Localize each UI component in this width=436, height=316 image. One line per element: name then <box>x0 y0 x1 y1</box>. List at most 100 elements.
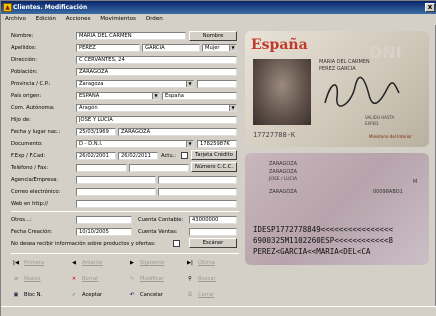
nuevo-button[interactable]: ⊕ Nuevo <box>11 273 41 286</box>
doc-num-field[interactable]: 17825987K <box>197 140 237 148</box>
new-icon: ⊕ <box>13 276 19 282</box>
otros-field[interactable] <box>76 216 132 224</box>
noinfo-label: No desea recibir información sobre produ… <box>11 241 156 247</box>
dni-country: España <box>251 37 308 53</box>
fcad-field[interactable]: 26/02/2011 <box>118 152 158 160</box>
fecha-nac-field[interactable]: 25/03/1969 <box>76 128 116 136</box>
apellido1-field[interactable]: PEREZ <box>76 44 140 52</box>
correo-label: Correo electrónico: <box>11 189 61 195</box>
client-window: ▲ Clientes. Modificación x Archivo Edici… <box>0 0 436 316</box>
fexp-field[interactable]: 26/02/2001 <box>76 152 116 160</box>
previous-icon: ◀ <box>72 260 76 266</box>
web-field[interactable] <box>76 200 237 208</box>
actu-checkbox[interactable] <box>181 152 188 159</box>
doc-tipo-value: D - D.N.I. <box>79 141 103 147</box>
check-icon: ✓ <box>71 292 77 298</box>
dni-photo <box>253 59 311 125</box>
dni-mrz-1: IDESP1772778849<<<<<<<<<<<<<<<< <box>253 225 393 234</box>
nombre-label: Nombre: <box>11 33 34 39</box>
telefono-field[interactable] <box>76 164 127 172</box>
agencia-field[interactable] <box>76 176 156 184</box>
fax-field[interactable] <box>129 164 189 172</box>
dni-mrz-2: 6900325M1102260ESP<<<<<<<<<<<<8 <box>253 236 393 245</box>
noinfo-checkbox[interactable] <box>173 240 180 247</box>
hijo-field[interactable]: JOSE Y LUCIA <box>76 116 237 124</box>
comunidad-value: Aragón <box>79 105 98 111</box>
lugar-nac-field[interactable]: ZARAGOZA <box>118 128 237 136</box>
cancelar-button[interactable]: ↶ Cancelar <box>127 289 163 302</box>
menu-acciones[interactable]: Acciones <box>66 16 91 22</box>
primera-button[interactable]: |◀ Primera <box>11 257 44 270</box>
nombre-button[interactable]: Nombre <box>189 31 237 41</box>
cuenta-ventas-label: Cuenta Ventas: <box>138 229 178 235</box>
cuenta-contable-label: Cuenta Contable: <box>138 217 184 223</box>
close-button[interactable]: x <box>425 3 435 12</box>
empresa-field[interactable] <box>158 176 237 184</box>
window-title: Clientes. Modificación <box>13 4 88 11</box>
hijo-label: Hijo de: <box>11 117 31 123</box>
cp-field[interactable] <box>197 80 237 88</box>
cuenta-contable-field[interactable]: 43000000 <box>189 216 237 224</box>
delete-icon: ✕ <box>71 276 77 282</box>
pais2-field[interactable]: España <box>162 92 237 100</box>
tarjeta-credito-button[interactable]: Tarjeta Crédito <box>191 150 237 160</box>
status-bar <box>1 306 436 316</box>
first-icon: |◀ <box>13 260 19 266</box>
nombre-field[interactable]: MARIA DEL CARMEN <box>76 32 186 40</box>
aceptar-button[interactable]: ✓ Aceptar <box>69 289 102 302</box>
menu-movimientos[interactable]: Movimientos <box>100 16 136 22</box>
door-icon: ⍈ <box>188 292 192 298</box>
dni-expedition: EXPED. <box>365 121 380 126</box>
sexo-select[interactable]: Mujer ▼ <box>202 44 237 52</box>
agencia-label: Agencia/Empresa: <box>11 177 59 183</box>
cuenta-ventas-field[interactable] <box>189 228 237 236</box>
dni-front-image: España DNI MARIA DEL CARMEN PEREZ GARCIA… <box>245 31 429 147</box>
chevron-down-icon: ▼ <box>229 105 236 111</box>
fecha-nac-label: Fecha y lugar nac.: <box>11 129 61 135</box>
modificar-button[interactable]: ✎ Modificar <box>127 273 164 286</box>
dni-name: MARIA DEL CARMEN <box>319 59 370 65</box>
dni-valid: VALIDO HASTA <box>365 115 395 120</box>
dni-back-image: ZARAGOZA ZARAGOZA JOSE / LUCIA M ZARAGOZ… <box>245 153 429 265</box>
undo-icon: ↶ <box>129 292 135 298</box>
separator <box>11 211 239 212</box>
dni-back-place3: ZARAGOZA <box>269 189 298 195</box>
doc-tipo-select[interactable]: D - D.N.I. ▼ <box>76 140 194 148</box>
menu-edicion[interactable]: Edición <box>36 16 56 22</box>
bloc-notas-button[interactable]: ▣ Bloc N. <box>11 289 43 302</box>
borrar-button[interactable]: ✕ Borrar <box>69 273 98 286</box>
dni-back-code: 00098ABD1 <box>373 189 403 195</box>
title-bar: ▲ Clientes. Modificación x <box>1 1 436 14</box>
direccion-field[interactable]: C CERVANTES, 24 <box>76 56 237 64</box>
correo-field[interactable] <box>76 188 156 196</box>
dni-ministry: Ministerio del Interior <box>369 134 412 139</box>
comunidad-select[interactable]: Aragón ▼ <box>76 104 237 112</box>
menu-archivo[interactable]: Archivo <box>5 16 26 22</box>
ccc-button[interactable]: Número C.C.C. <box>191 162 237 172</box>
cerrar-button[interactable]: ⍈ Cerrar <box>185 289 214 302</box>
apellidos-label: Apellidos: <box>11 45 37 51</box>
dni-back-sex: M <box>413 179 418 185</box>
telefono-label: Teléfono / Fax: <box>11 165 49 171</box>
chevron-down-icon: ▼ <box>152 93 159 99</box>
correo2-field[interactable] <box>158 188 237 196</box>
apellido2-field[interactable]: GARCIA <box>142 44 200 52</box>
escaner-button[interactable]: Escáner <box>189 238 237 248</box>
menu-orden[interactable]: Orden <box>146 16 163 22</box>
buscar-button[interactable]: ⚲ Buscar <box>185 273 216 286</box>
ultima-button[interactable]: ▶| Última <box>185 257 215 270</box>
pais-select[interactable]: ESPAÑA ▼ <box>76 92 160 100</box>
anterior-button[interactable]: ◀ Anterior <box>69 257 103 270</box>
edit-icon: ✎ <box>129 276 135 282</box>
siguiente-button[interactable]: ▶ Siguiente <box>127 257 164 270</box>
dni-mrz-3: PEREZ<GARCIA<<MARIA<DEL<CA <box>253 247 371 256</box>
dni-watermark: DNI <box>369 43 402 62</box>
fexp-label: F.Exp / F.Cad: <box>11 153 46 159</box>
dni-back-parents: JOSE / LUCIA <box>269 177 298 182</box>
poblacion-field[interactable]: ZARAGOZA <box>76 68 237 76</box>
provincia-select[interactable]: Zaragoza ▼ <box>76 80 194 88</box>
last-icon: ▶| <box>187 260 193 266</box>
poblacion-label: Población: <box>11 69 38 75</box>
dni-number: 17727788-K <box>253 131 296 139</box>
fecha-creacion-field[interactable]: 10/10/2005 <box>76 228 132 236</box>
